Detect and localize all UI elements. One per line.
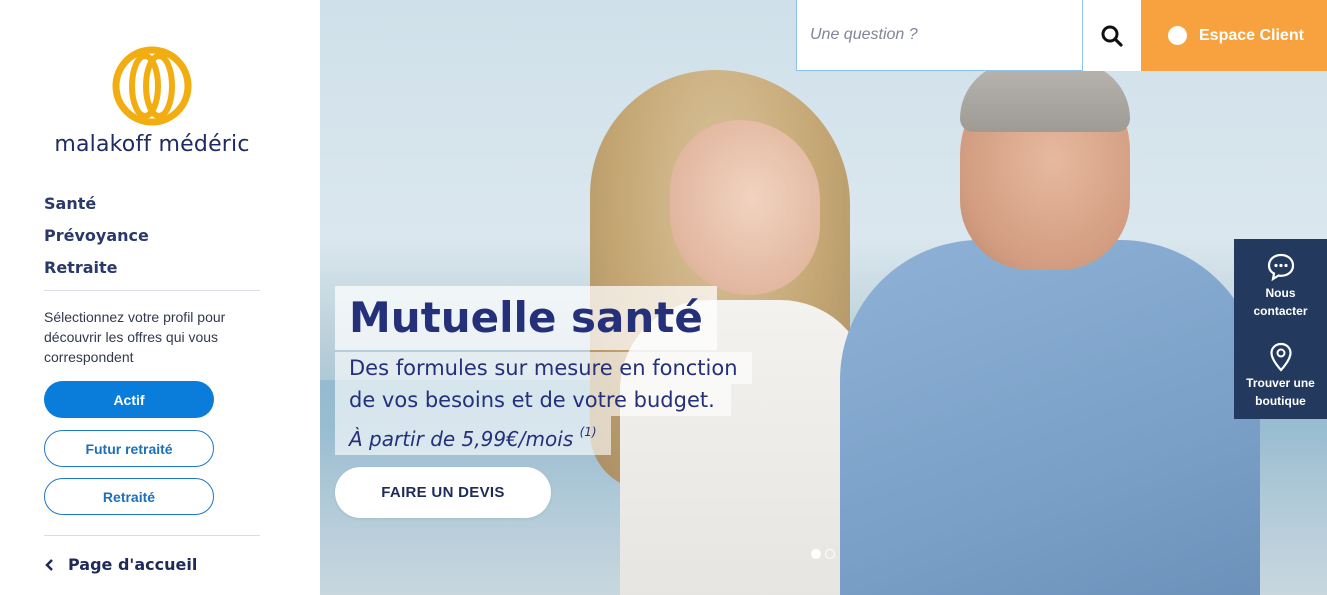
find-store-label-line-1: Trouver une (1246, 376, 1315, 390)
brand-name: malakoff médéric (54, 132, 250, 157)
client-area-label: Espace Client (1199, 26, 1304, 44)
search-input[interactable] (796, 0, 1083, 71)
map-pin-icon (1269, 342, 1292, 372)
hero-photo-man-hair (960, 62, 1130, 132)
sidebar: malakoff médéric Santé Prévoyance Retrai… (0, 0, 320, 595)
nav-item-sante[interactable]: Santé (44, 193, 260, 225)
hero-subtitle-box: de vos besoins et de votre budget. (335, 384, 731, 416)
chat-bubble-icon (1267, 253, 1294, 282)
profile-prompt: Sélectionnez votre profil pour découvrir… (44, 309, 226, 365)
hero-price: À partir de 5,99€/mois (1) (349, 416, 597, 455)
profile-button-actif[interactable]: Actif (44, 381, 214, 418)
hero-photo-woman-face (670, 120, 820, 295)
nav-item-retraite[interactable]: Retraite (44, 257, 260, 289)
hero-price-footnote: (1) (579, 425, 597, 439)
divider (44, 535, 260, 536)
brand-logo[interactable]: malakoff médéric (44, 46, 260, 157)
nav-item-prevoyance[interactable]: Prévoyance (44, 225, 260, 257)
contact-side-panel: Nous contacter Trouver une boutique (1234, 239, 1327, 419)
carousel-dot-2[interactable] (825, 549, 835, 559)
hero-photo-man-body (840, 240, 1260, 595)
home-page-link-label: Page d'accueil (68, 555, 198, 574)
hero-title-box: Mutuelle santé (335, 286, 717, 350)
user-icon (1168, 26, 1187, 45)
carousel-dots (811, 549, 835, 559)
profile-button-futur-retraite[interactable]: Futur retraité (44, 430, 214, 467)
search-button[interactable] (1083, 0, 1141, 71)
divider (44, 290, 260, 291)
carousel-dot-1[interactable] (811, 549, 821, 559)
profile-button-retraite[interactable]: Retraité (44, 478, 214, 515)
hero-title: Mutuelle santé (349, 293, 703, 342)
search-icon (1101, 25, 1123, 47)
hero-subtitle-box: Des formules sur mesure en fonction (335, 352, 752, 384)
contact-us-button[interactable]: Nous contacter (1234, 252, 1327, 320)
quote-button[interactable]: FAIRE UN DEVIS (335, 467, 551, 518)
intertwined-rings-logo-icon (112, 46, 192, 126)
home-page-link[interactable]: Page d'accueil (44, 555, 197, 574)
contact-us-label-line-1: Nous (1265, 286, 1296, 300)
find-store-label-line-2: boutique (1255, 394, 1306, 408)
hero-price-text: À partir de 5,99€/mois (349, 427, 574, 451)
find-store-button[interactable]: Trouver une boutique (1234, 342, 1327, 410)
main-nav: Santé Prévoyance Retraite (44, 193, 260, 289)
hero-subtitle-line-1: Des formules sur mesure en fonction (349, 356, 738, 380)
hero-subtitle-line-2: de vos besoins et de votre budget. (349, 388, 715, 412)
contact-us-label-line-2: contacter (1253, 304, 1308, 318)
hero-price-box: À partir de 5,99€/mois (1) (335, 416, 611, 455)
client-area-button[interactable]: Espace Client (1141, 0, 1327, 71)
chevron-left-icon (45, 558, 53, 571)
